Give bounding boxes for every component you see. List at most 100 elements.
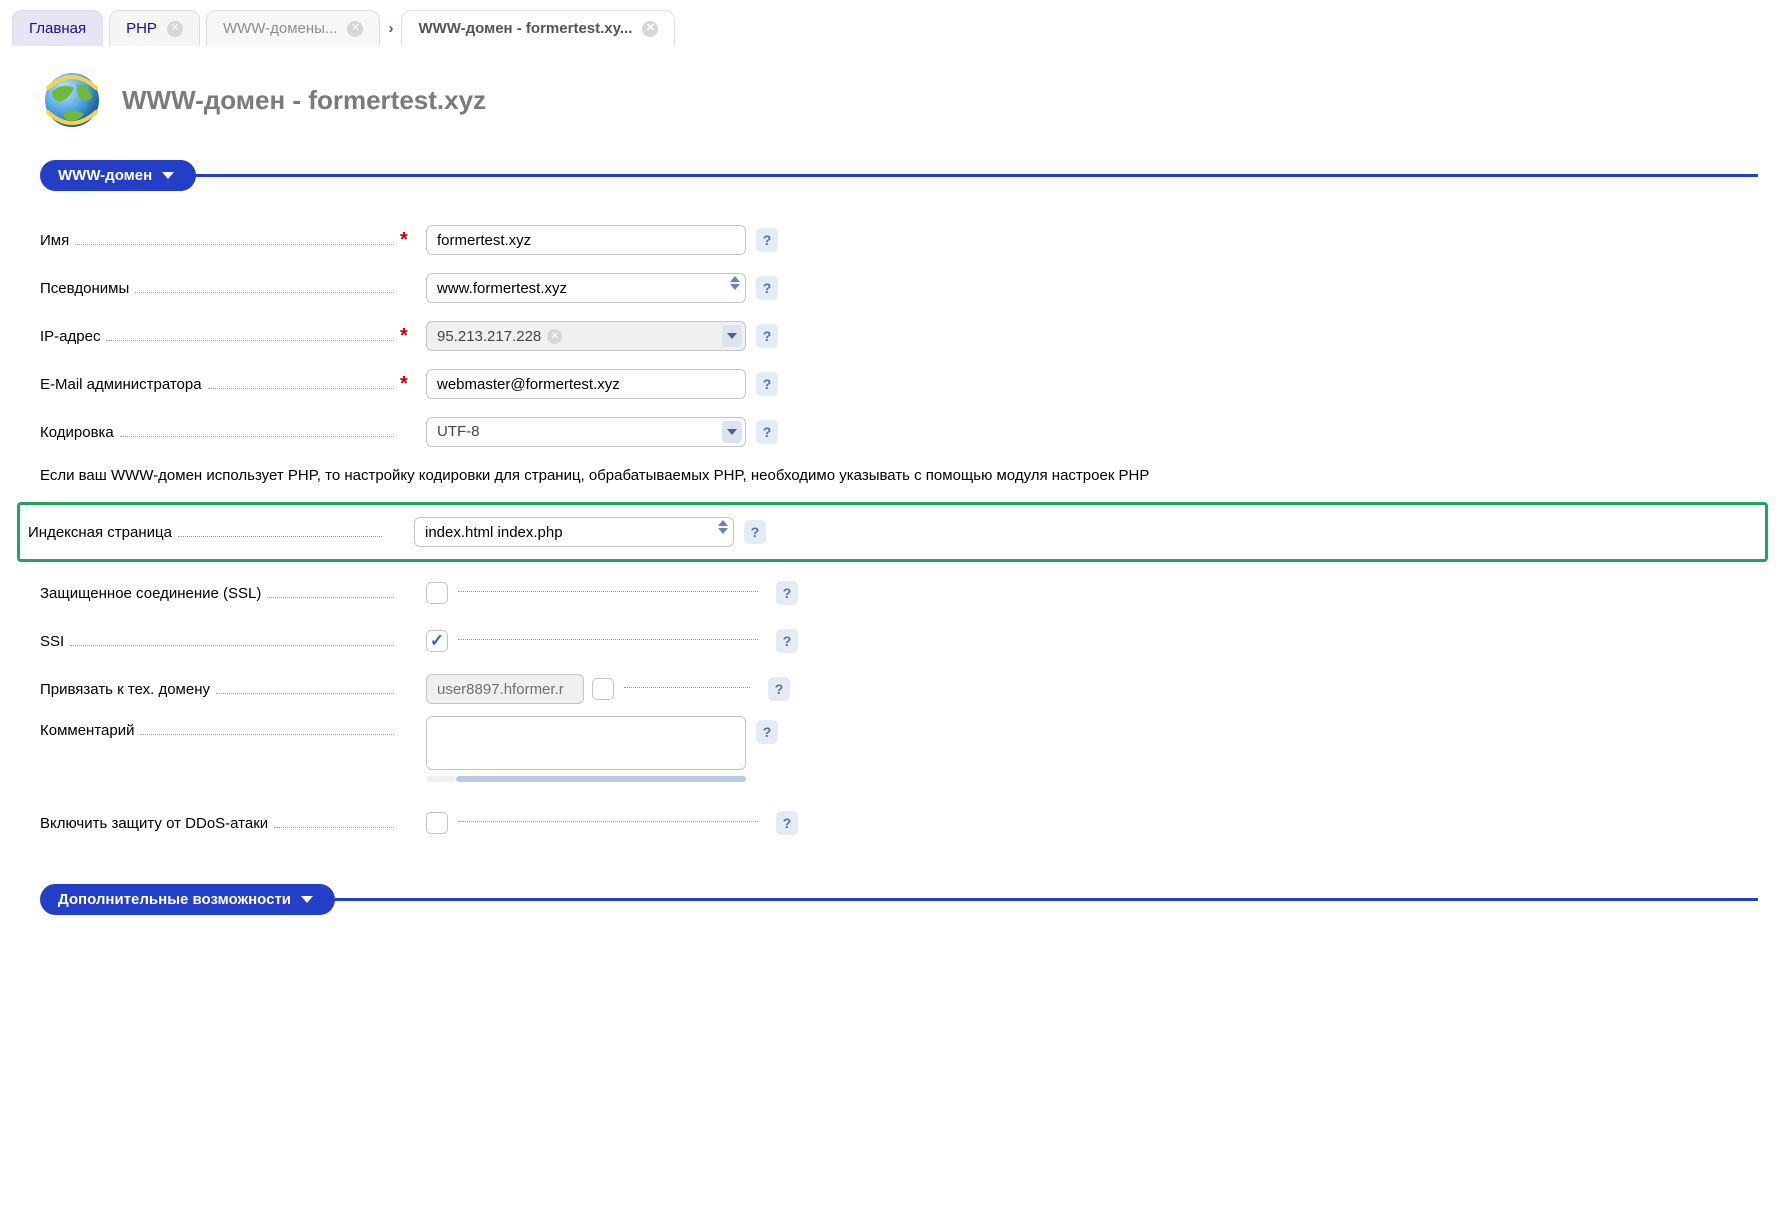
section-main-label: WWW-домен — [58, 167, 152, 184]
tab-active[interactable]: WWW-домен - formertest.xy... ✕ — [401, 10, 675, 46]
page-title: WWW-домен - formertest.xyz — [122, 85, 486, 116]
content-area: WWW-домен - formertest.xyz WWW-домен Имя… — [0, 46, 1788, 983]
label-ssl: Защищенное соединение (SSL) — [40, 585, 261, 602]
dots — [624, 687, 750, 688]
row-aliases: Псевдонимы ? — [40, 267, 1758, 309]
scrollbar[interactable] — [426, 776, 746, 782]
required-icon: * — [400, 229, 414, 252]
tab-php-label: PHP — [126, 20, 157, 37]
remove-chip-icon[interactable]: ✕ — [547, 329, 562, 344]
dots — [135, 292, 394, 293]
page-header: WWW-домен - formertest.xyz — [40, 68, 1758, 132]
dots — [274, 827, 394, 828]
label-ssi: SSI — [40, 633, 64, 650]
dots — [208, 388, 394, 389]
help-icon[interactable]: ? — [744, 520, 766, 544]
charset-value: UTF-8 — [437, 423, 480, 440]
dots — [70, 645, 394, 646]
sort-arrows-icon[interactable] — [718, 520, 728, 534]
select-charset[interactable]: UTF-8 — [426, 417, 746, 447]
row-charset: Кодировка UTF-8 ? — [40, 411, 1758, 453]
row-email: E-Mail администратора * ? — [40, 363, 1758, 405]
select-ip[interactable]: 95.213.217.228 ✕ — [426, 321, 746, 351]
tab-php[interactable]: PHP ✕ — [109, 10, 200, 46]
required-icon: * — [400, 373, 414, 396]
section-main-pill[interactable]: WWW-домен — [40, 160, 196, 191]
row-ip: IP-адрес * 95.213.217.228 ✕ ? — [40, 315, 1758, 357]
dots — [106, 340, 394, 341]
checkbox-ddos[interactable] — [426, 812, 448, 834]
tab-main[interactable]: Главная — [12, 10, 103, 46]
help-icon[interactable]: ? — [776, 629, 798, 653]
row-name: Имя * ? — [40, 219, 1758, 261]
label-techdomain: Привязать к тех. домену — [40, 681, 210, 698]
checkbox-techdomain[interactable] — [592, 678, 614, 700]
charset-info-text: Если ваш WWW-домен использует PHP, то на… — [40, 467, 1758, 484]
row-index: Индексная страница ? — [28, 511, 1757, 553]
row-techdomain: Привязать к тех. домену ? — [40, 668, 1758, 710]
highlight-index-page: Индексная страница ? — [17, 502, 1768, 562]
input-techdomain — [426, 674, 584, 704]
help-icon[interactable]: ? — [756, 276, 778, 300]
row-ssl: Защищенное соединение (SSL) ? — [40, 572, 1758, 614]
tab-wwwdomains-label: WWW-домены... — [223, 20, 338, 37]
label-aliases: Псевдонимы — [40, 280, 129, 297]
close-icon[interactable]: ✕ — [347, 21, 363, 37]
chevron-down-icon — [162, 172, 174, 179]
dots — [267, 597, 394, 598]
dots — [458, 591, 758, 592]
help-icon[interactable]: ? — [756, 324, 778, 348]
label-ip: IP-адрес — [40, 328, 100, 345]
input-index[interactable] — [414, 517, 734, 547]
dropdown-icon[interactable] — [722, 325, 742, 347]
input-aliases[interactable] — [426, 273, 746, 303]
chevron-down-icon — [301, 896, 313, 903]
dots — [458, 821, 758, 822]
help-icon[interactable]: ? — [768, 677, 790, 701]
help-icon[interactable]: ? — [776, 811, 798, 835]
close-icon[interactable]: ✕ — [642, 21, 658, 37]
label-ddos: Включить защиту от DDoS-атаки — [40, 815, 268, 832]
section-extra-pill[interactable]: Дополнительные возможности — [40, 884, 335, 915]
row-ddos: Включить защиту от DDoS-атаки ? — [40, 802, 1758, 844]
tab-main-label: Главная — [29, 20, 86, 37]
dots — [216, 693, 394, 694]
tab-wwwdomains[interactable]: WWW-домены... ✕ — [206, 10, 381, 46]
globe-icon — [40, 68, 104, 132]
row-comment: Комментарий ? — [40, 716, 1758, 782]
help-icon[interactable]: ? — [776, 581, 798, 605]
section-main-header: WWW-домен — [40, 160, 1758, 191]
tab-active-label: WWW-домен - formertest.xy... — [418, 20, 632, 37]
chevron-right-icon: › — [388, 20, 393, 37]
dots — [458, 639, 758, 640]
section-divider — [192, 174, 1758, 177]
help-icon[interactable]: ? — [756, 420, 778, 444]
required-icon: * — [400, 325, 414, 348]
label-index: Индексная страница — [28, 524, 172, 541]
section-divider — [331, 898, 1758, 901]
ip-value: 95.213.217.228 — [437, 328, 541, 345]
close-icon[interactable]: ✕ — [167, 21, 183, 37]
label-comment: Комментарий — [40, 722, 134, 739]
section-extra-header: Дополнительные возможности — [40, 884, 1758, 915]
input-comment[interactable] — [426, 716, 746, 770]
checkbox-ssi[interactable] — [426, 630, 448, 652]
section-extra-label: Дополнительные возможности — [58, 891, 291, 908]
help-icon[interactable]: ? — [756, 228, 778, 252]
checkbox-ssl[interactable] — [426, 582, 448, 604]
label-name: Имя — [40, 232, 69, 249]
help-icon[interactable]: ? — [756, 372, 778, 396]
input-name[interactable] — [426, 225, 746, 255]
tab-bar: Главная PHP ✕ WWW-домены... ✕ › WWW-домен … — [0, 0, 1788, 46]
label-charset: Кодировка — [40, 424, 114, 441]
input-email[interactable] — [426, 369, 746, 399]
dropdown-icon[interactable] — [722, 421, 742, 443]
row-ssi: SSI ? — [40, 620, 1758, 662]
dots — [140, 734, 394, 735]
sort-arrows-icon[interactable] — [730, 276, 740, 290]
help-icon[interactable]: ? — [756, 720, 778, 744]
dots — [75, 244, 394, 245]
label-email: E-Mail администратора — [40, 376, 202, 393]
dots — [120, 436, 394, 437]
dots — [178, 536, 382, 537]
